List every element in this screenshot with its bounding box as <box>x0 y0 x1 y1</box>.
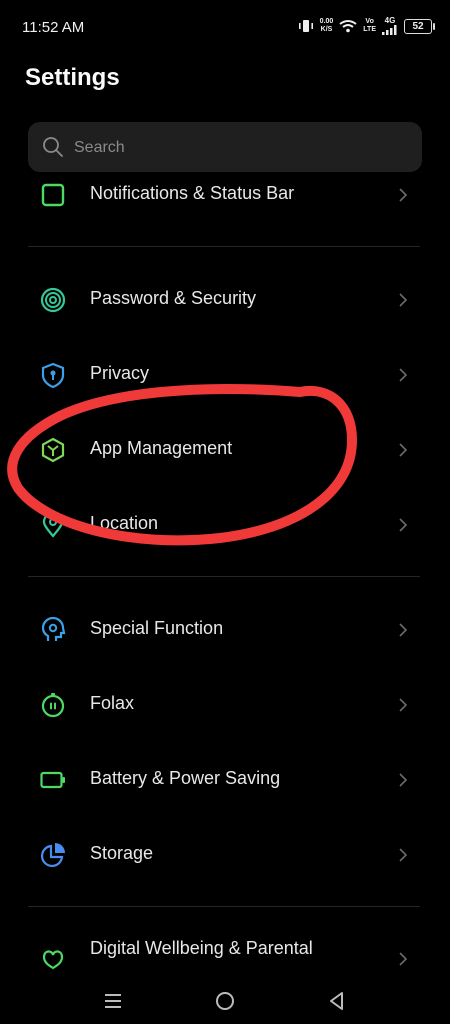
chevron-right-icon <box>399 848 408 862</box>
settings-item-label: App Management <box>90 438 233 458</box>
chevron-right-icon <box>399 443 408 457</box>
settings-item-label: Location <box>90 513 159 533</box>
chevron-right-icon <box>399 368 408 382</box>
settings-item-label: Notifications & Status Bar <box>90 183 295 203</box>
status-bar: 11:52 AM 0.00 K/S Vo LTE 4G 52 <box>0 0 450 56</box>
settings-item-label: Privacy <box>90 363 150 383</box>
battery-level: 52 <box>412 20 424 32</box>
search-icon <box>43 137 63 157</box>
settings-item-label: Special Function <box>90 618 224 638</box>
signal-icon <box>382 25 397 35</box>
network-type: 4G <box>384 16 396 25</box>
menu-icon[interactable] <box>98 986 128 1016</box>
settings-list: Notifications & Status Bar Password & Se… <box>0 172 450 980</box>
chevron-right-icon <box>399 623 408 637</box>
settings-item-label: Folax <box>90 693 135 713</box>
net-speed: 0.00 K/S <box>320 18 334 34</box>
volte-badge: Vo LTE <box>363 18 376 34</box>
battery-icon <box>40 771 65 789</box>
settings-item-battery[interactable]: Battery & Power Saving <box>0 742 450 817</box>
settings-item-app-management[interactable]: App Management <box>0 412 450 487</box>
settings-item-folax[interactable]: Folax <box>0 667 450 742</box>
settings-item-location[interactable]: Location <box>0 487 450 562</box>
settings-item-special-function[interactable]: Special Function <box>0 592 450 667</box>
divider <box>28 246 420 247</box>
vibrate-icon <box>298 20 313 32</box>
box-icon <box>41 437 65 463</box>
status-time: 11:52 AM <box>22 19 85 36</box>
settings-item-label: Digital Wellbeing & Parental <box>90 938 313 958</box>
shield-icon <box>41 362 65 388</box>
chevron-right-icon <box>399 188 408 202</box>
settings-item-privacy[interactable]: Privacy <box>0 337 450 412</box>
settings-item-digital-wellbeing[interactable]: Digital Wellbeing & Parental <box>0 922 450 980</box>
chevron-right-icon <box>399 293 408 307</box>
settings-item-password-security[interactable]: Password & Security <box>0 262 450 337</box>
status-icons: 0.00 K/S Vo LTE 4G 52 <box>298 17 435 35</box>
location-icon <box>42 512 64 538</box>
search-bar[interactable] <box>28 122 422 174</box>
volte-top: Vo <box>365 18 374 25</box>
settings-item-label: Password & Security <box>90 288 257 308</box>
wifi-icon <box>339 20 357 33</box>
chevron-right-icon <box>399 773 408 787</box>
navigation-bar <box>0 980 450 1024</box>
divider <box>28 576 420 577</box>
notification-icon <box>41 183 65 207</box>
home-icon[interactable] <box>210 986 240 1016</box>
chevron-right-icon <box>399 952 408 966</box>
chevron-right-icon <box>399 698 408 712</box>
head-icon <box>41 617 66 641</box>
folax-icon <box>41 693 65 718</box>
network-signal: 4G <box>382 17 398 35</box>
settings-item-label: Battery & Power Saving <box>90 768 281 788</box>
pie-chart-icon <box>40 843 65 868</box>
volte-bottom: LTE <box>363 26 376 33</box>
settings-item-storage[interactable]: Storage <box>0 817 450 892</box>
divider <box>28 906 420 907</box>
settings-item-label: Storage <box>90 843 154 863</box>
settings-item-notifications[interactable]: Notifications & Status Bar <box>0 172 450 232</box>
wellbeing-icon <box>42 950 64 970</box>
net-speed-unit: K/S <box>320 26 333 33</box>
battery-icon: 52 <box>404 18 435 34</box>
fingerprint-icon <box>40 287 66 313</box>
chevron-right-icon <box>399 518 408 532</box>
net-speed-value: 0.00 <box>319 18 334 25</box>
search-input[interactable] <box>72 122 406 174</box>
page-title: Settings <box>25 64 120 91</box>
back-icon[interactable] <box>322 986 352 1016</box>
